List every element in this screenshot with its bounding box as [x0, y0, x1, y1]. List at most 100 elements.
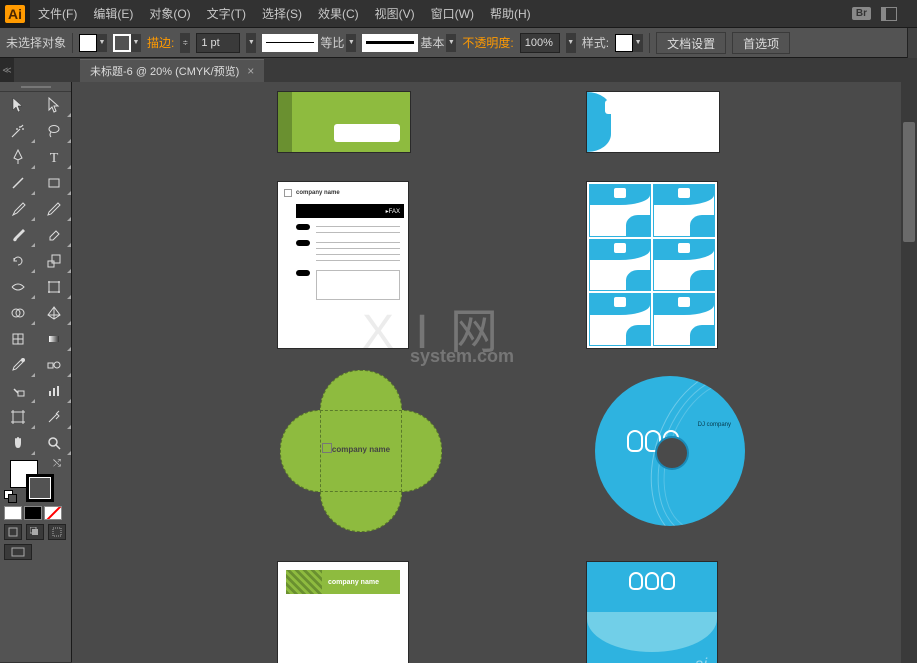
artboard-cd-label[interactable]: DJ company: [587, 368, 753, 534]
mesh-tool[interactable]: [0, 326, 36, 352]
artwork-line: [316, 254, 400, 255]
artwork-box: [316, 270, 400, 300]
artwork-logo-mark: [284, 189, 292, 197]
symbol-sprayer-tool[interactable]: [0, 378, 36, 404]
tab-toggle-icon[interactable]: ≪: [0, 58, 14, 82]
dropdown-arrow-icon[interactable]: ▼: [131, 34, 141, 52]
opacity-input[interactable]: [520, 33, 560, 53]
menu-view[interactable]: 视图(V): [367, 0, 423, 28]
menu-effect[interactable]: 效果(C): [310, 0, 367, 28]
dropdown-arrow-icon[interactable]: ▼: [446, 34, 456, 52]
artboard-letterhead-green[interactable]: company name: [278, 562, 408, 663]
menu-select[interactable]: 选择(S): [254, 0, 310, 28]
rotate-tool[interactable]: [0, 248, 36, 274]
artwork-wave: [587, 612, 717, 652]
artboard-envelope-green[interactable]: [278, 92, 410, 152]
artwork-line: [316, 226, 400, 227]
menu-edit[interactable]: 编辑(E): [85, 0, 141, 28]
menu-object[interactable]: 对象(O): [141, 0, 198, 28]
draw-inside-icon[interactable]: [48, 524, 66, 540]
hand-tool[interactable]: [0, 430, 36, 456]
stroke-swatch[interactable]: [113, 34, 131, 52]
free-transform-tool[interactable]: [36, 274, 72, 300]
layout-selector-icon[interactable]: [881, 7, 897, 21]
bridge-button[interactable]: Br: [852, 7, 871, 20]
stroke-weight-input[interactable]: [196, 33, 240, 53]
menu-file[interactable]: 文件(F): [30, 0, 85, 28]
scale-tool[interactable]: [36, 248, 72, 274]
pencil-tool[interactable]: [36, 196, 72, 222]
menu-type[interactable]: 文字(T): [199, 0, 254, 28]
tools-grip[interactable]: [0, 82, 71, 92]
artboard-envelope-blue[interactable]: [587, 92, 719, 152]
draw-normal-icon[interactable]: [4, 524, 22, 540]
panel-strip[interactable]: [907, 28, 917, 58]
dropdown-arrow-icon[interactable]: ▼: [346, 34, 356, 52]
opacity-label[interactable]: 不透明度:: [462, 34, 513, 51]
eyedropper-tool[interactable]: [0, 352, 36, 378]
direct-selection-tool[interactable]: [36, 92, 72, 118]
dropdown-arrow-icon[interactable]: ▼: [633, 34, 643, 52]
slice-tool[interactable]: [36, 404, 72, 430]
style-swatch-group[interactable]: ▼: [615, 34, 643, 52]
profile-select[interactable]: 等比▼: [262, 34, 356, 52]
selection-tool[interactable]: [0, 92, 36, 118]
artwork-fax-header: ▸FAX: [296, 204, 404, 218]
stroke-label[interactable]: 描边:: [147, 34, 174, 51]
stroke-color[interactable]: [26, 474, 54, 502]
artboard-tool[interactable]: [0, 404, 36, 430]
stroke-swatch-group[interactable]: ▼: [113, 34, 141, 52]
eraser-tool[interactable]: [36, 222, 72, 248]
magic-wand-tool[interactable]: [0, 118, 36, 144]
menu-help[interactable]: 帮助(H): [482, 0, 539, 28]
dropdown-arrow-icon[interactable]: ▼: [566, 33, 576, 53]
color-mode-none[interactable]: [44, 506, 62, 520]
artwork-card-logo: [678, 243, 690, 253]
dropdown-arrow-icon[interactable]: ▼: [97, 34, 107, 52]
artwork-card-logo: [678, 188, 690, 198]
column-graph-tool[interactable]: [36, 378, 72, 404]
document-setup-button[interactable]: 文档设置: [656, 32, 726, 54]
vertical-scrollbar[interactable]: [901, 82, 917, 663]
swap-fill-stroke-icon[interactable]: ⤭: [53, 458, 61, 469]
blend-tool[interactable]: [36, 352, 72, 378]
menu-window[interactable]: 窗口(W): [423, 0, 482, 28]
dropdown-arrow-icon[interactable]: ▼: [246, 33, 256, 53]
line-tool[interactable]: [0, 170, 36, 196]
rectangle-tool[interactable]: [36, 170, 72, 196]
zoom-tool[interactable]: [36, 430, 72, 456]
style-swatch[interactable]: [615, 34, 633, 52]
fill-swatch[interactable]: [79, 34, 97, 52]
artwork-label: [296, 240, 310, 246]
scrollbar-thumb[interactable]: [903, 122, 915, 242]
preferences-button[interactable]: 首选项: [732, 32, 790, 54]
pen-tool[interactable]: [0, 144, 36, 170]
perspective-grid-tool[interactable]: [36, 300, 72, 326]
default-fill-stroke-icon[interactable]: [4, 490, 16, 502]
artboard-business-cards[interactable]: [587, 182, 717, 348]
fill-stroke-control[interactable]: ⤭: [0, 456, 71, 504]
artwork-card: [653, 239, 715, 292]
brush-select[interactable]: 基本▼: [362, 34, 456, 52]
stroke-stepper-icon[interactable]: ≑: [180, 33, 190, 53]
canvas-area[interactable]: company name ▸FAX: [72, 82, 917, 663]
artboard-letterhead-blue[interactable]: aj: [587, 562, 717, 663]
color-mode-solid[interactable]: [4, 506, 22, 520]
color-mode-gradient[interactable]: [24, 506, 42, 520]
blob-brush-tool[interactable]: [0, 222, 36, 248]
shape-builder-tool[interactable]: [0, 300, 36, 326]
artboards-container: company name ▸FAX: [72, 82, 917, 663]
paintbrush-tool[interactable]: [0, 196, 36, 222]
screen-mode-button[interactable]: [4, 544, 32, 560]
artboard-fax-form[interactable]: company name ▸FAX: [278, 182, 408, 348]
fill-swatch-group[interactable]: ▼: [79, 34, 107, 52]
close-icon[interactable]: ×: [247, 64, 254, 78]
type-tool[interactable]: T: [36, 144, 72, 170]
lasso-tool[interactable]: [36, 118, 72, 144]
draw-behind-icon[interactable]: [26, 524, 44, 540]
screen-mode-selector[interactable]: [0, 542, 71, 562]
gradient-tool[interactable]: [36, 326, 72, 352]
artboard-box-dieline[interactable]: company name: [278, 368, 444, 534]
width-tool[interactable]: [0, 274, 36, 300]
document-tab[interactable]: 未标题-6 @ 20% (CMYK/预览) ×: [80, 59, 264, 82]
